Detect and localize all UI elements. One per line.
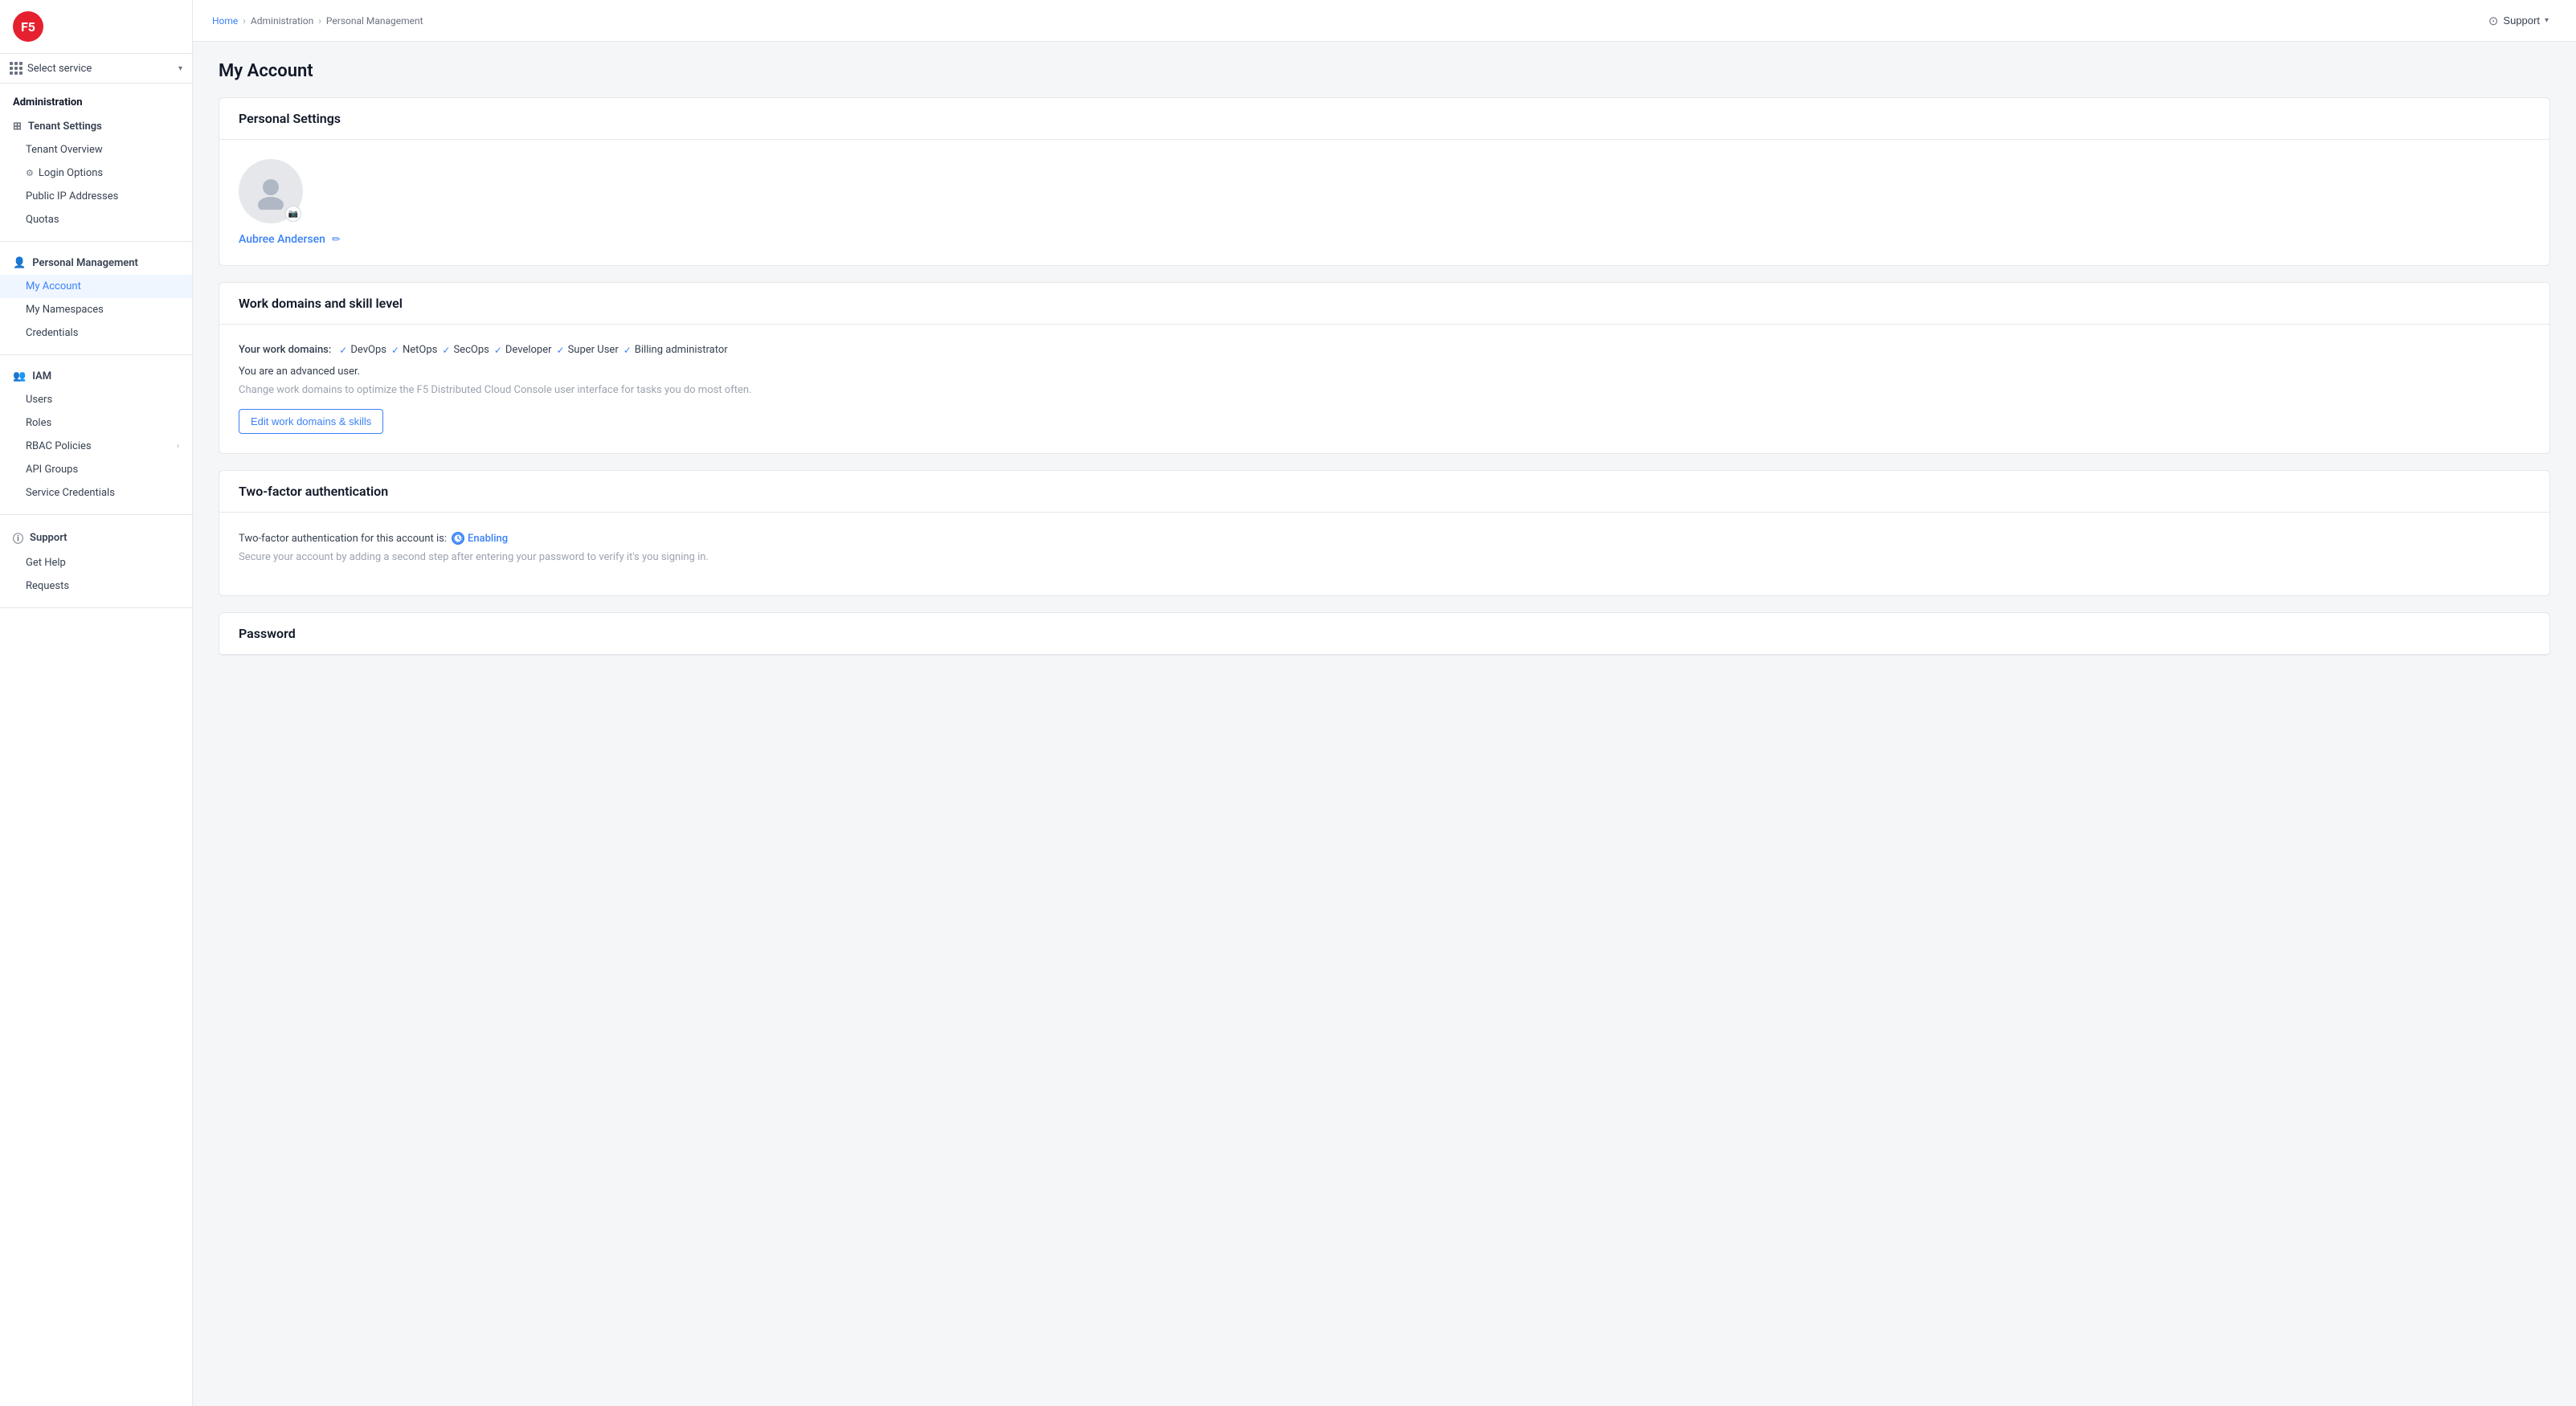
support-button[interactable]: ⊙ Support ▾ [2480,9,2557,33]
top-bar: Home › Administration › Personal Managem… [193,0,2576,42]
work-domains-body: Your work domains: ✓ DevOps ✓ NetOps ✓ S… [219,325,2549,453]
user-name: Aubree Andersen [239,233,325,246]
breadcrumb: Home › Administration › Personal Managem… [212,15,423,27]
two-factor-status-row: Two-factor authentication for this accou… [239,532,2530,545]
breadcrumb-personal-management: Personal Management [326,15,423,27]
sidebar-item-get-help[interactable]: Get Help [0,551,192,574]
sidebar-section-support: ⓘ Support Get Help Requests [0,515,192,608]
domains-hint-text: Change work domains to optimize the F5 D… [239,384,2530,396]
sidebar-item-support-title[interactable]: ⓘ Support [0,525,192,551]
two-factor-body: Two-factor authentication for this accou… [219,513,2549,595]
personal-mgmt-icon: 👤 [13,257,26,269]
sidebar-item-personal-management-title[interactable]: 👤 Personal Management [0,251,192,275]
check-superuser-icon: ✓ [557,345,565,356]
main-area: Home › Administration › Personal Managem… [193,0,2576,1406]
administration-title: Administration [0,93,192,115]
personal-settings-body: 📷 Aubree Andersen ✏ [219,140,2549,265]
breadcrumb-sep-1: › [243,15,246,27]
sidebar: F5 Select service ▾ Administration ⊞ Ten… [0,0,193,1406]
administration-label: Administration [13,96,83,108]
support-button-label: Support [2503,14,2540,27]
check-secops-icon: ✓ [442,345,450,356]
sidebar-item-service-credentials[interactable]: Service Credentials [0,481,192,505]
chevron-down-icon: ▾ [178,64,182,73]
check-developer-icon: ✓ [494,345,502,356]
select-service-dropdown[interactable]: Select service ▾ [0,54,192,84]
f5-logo: F5 [13,11,43,42]
sidebar-item-iam-title[interactable]: 👥 IAM [0,365,192,388]
domain-devops: ✓ DevOps [339,344,386,356]
sidebar-item-rbac-policies[interactable]: RBAC Policies › [0,435,192,458]
password-card: Password [219,612,2550,656]
logo-area: F5 [0,0,192,54]
avatar-section: 📷 Aubree Andersen ✏ [239,159,2530,246]
two-factor-status-text: Two-factor authentication for this accou… [239,533,447,545]
domains-label: Your work domains: [239,344,331,356]
page-title: My Account [219,61,2550,81]
sidebar-item-users[interactable]: Users [0,388,192,411]
skill-level-text: You are an advanced user. [239,366,2530,378]
sidebar-section-personal: 👤 Personal Management My Account My Name… [0,242,192,355]
domain-netops: ✓ NetOps [391,344,437,356]
breadcrumb-home[interactable]: Home [212,15,238,27]
content-area: My Account Personal Settings 📷 [193,42,2576,1406]
clock-icon [452,532,464,545]
two-factor-hint: Secure your account by adding a second s… [239,551,2530,563]
domain-billing: ✓ Billing administrator [624,344,728,356]
support-chevron-icon: ▾ [2545,16,2549,25]
work-domains-card: Work domains and skill level Your work d… [219,282,2550,454]
tenant-settings-icon: ⊞ [13,121,22,133]
sidebar-item-roles[interactable]: Roles [0,411,192,435]
sidebar-item-requests[interactable]: Requests [0,574,192,598]
personal-settings-card: Personal Settings 📷 Aubree An [219,97,2550,266]
password-header: Password [219,613,2549,655]
sidebar-item-public-ip[interactable]: Public IP Addresses [0,185,192,208]
work-domains-header: Work domains and skill level [219,283,2549,325]
check-billing-icon: ✓ [624,345,632,356]
support-circle-icon: ⊙ [2488,14,2499,28]
domain-superuser: ✓ Super User [557,344,619,356]
login-options-icon: ⚙ [26,168,34,178]
work-domains-row: Your work domains: ✓ DevOps ✓ NetOps ✓ S… [239,344,2530,356]
domain-secops: ✓ SecOps [442,344,489,356]
avatar-person-icon [252,173,289,210]
check-netops-icon: ✓ [391,345,399,356]
breadcrumb-administration: Administration [251,15,313,27]
select-service-label: Select service [27,63,174,75]
enabling-badge: Enabling [452,532,508,545]
sidebar-item-my-account[interactable]: My Account [0,275,192,298]
edit-name-icon[interactable]: ✏ [332,234,341,246]
sidebar-item-api-groups[interactable]: API Groups [0,458,192,481]
breadcrumb-sep-2: › [318,15,321,27]
iam-icon: 👥 [13,370,26,382]
sidebar-item-credentials[interactable]: Credentials [0,321,192,345]
camera-icon[interactable]: 📷 [285,206,301,222]
two-factor-card: Two-factor authentication Two-factor aut… [219,470,2550,596]
sidebar-item-my-namespaces[interactable]: My Namespaces [0,298,192,321]
sidebar-section-administration: Administration ⊞ Tenant Settings Tenant … [0,84,192,242]
edit-work-domains-button[interactable]: Edit work domains & skills [239,409,383,434]
sidebar-section-iam: 👥 IAM Users Roles RBAC Policies › API Gr… [0,355,192,515]
sidebar-item-login-options[interactable]: ⚙ Login Options [0,161,192,185]
check-devops-icon: ✓ [339,345,347,356]
sidebar-item-quotas[interactable]: Quotas [0,208,192,231]
grid-icon [10,62,22,75]
sidebar-item-tenant-overview[interactable]: Tenant Overview [0,138,192,161]
personal-settings-header: Personal Settings [219,98,2549,140]
user-name-row: Aubree Andersen ✏ [239,233,341,246]
sidebar-item-tenant-settings[interactable]: ⊞ Tenant Settings [0,115,192,138]
rbac-arrow-icon: › [177,442,179,451]
avatar-wrap: 📷 [239,159,303,223]
domain-developer: ✓ Developer [494,344,552,356]
support-icon: ⓘ [13,530,23,546]
enabling-label: Enabling [468,533,508,545]
two-factor-header: Two-factor authentication [219,471,2549,513]
